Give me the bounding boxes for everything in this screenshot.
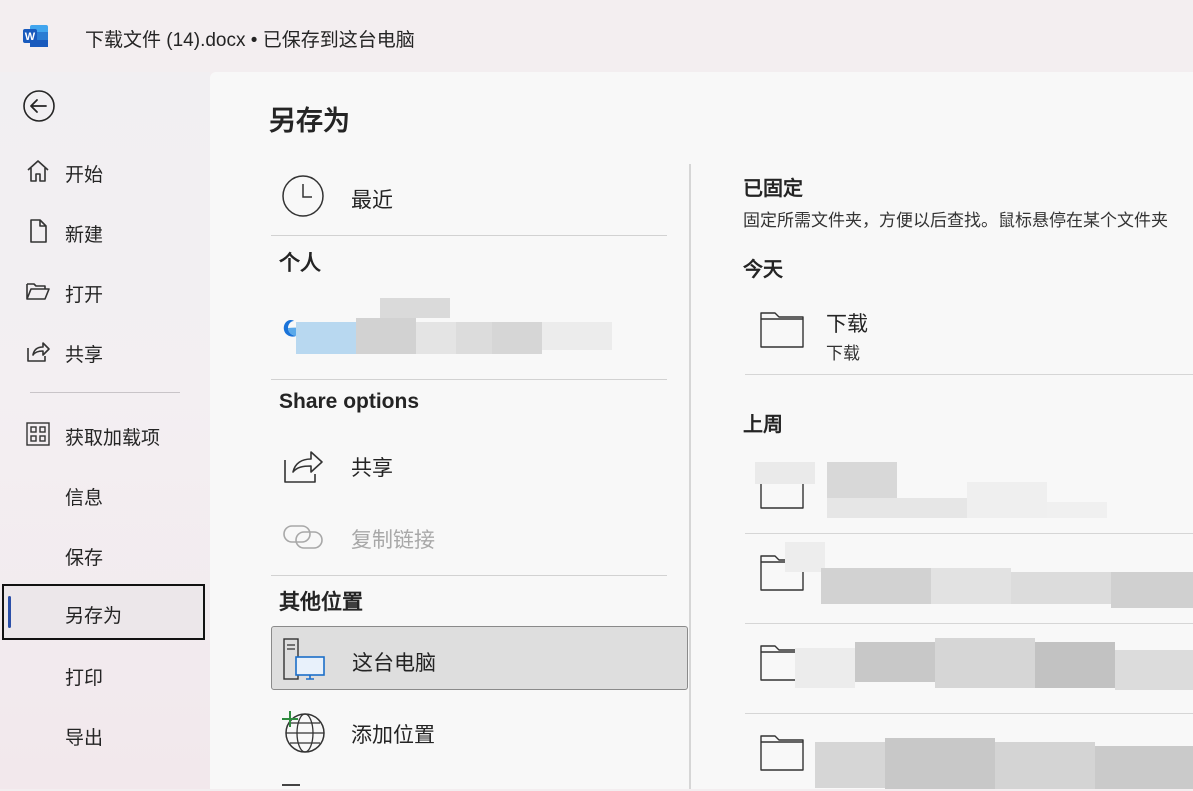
sidebar-item-label: 另存为 bbox=[65, 606, 123, 627]
add-ins-grid-icon bbox=[26, 422, 50, 446]
column-divider bbox=[689, 164, 691, 789]
section-header-personal: 个人 bbox=[279, 252, 321, 275]
location-copy-link[interactable]: 复制链接 bbox=[271, 504, 688, 568]
sidebar-item-label: 打印 bbox=[65, 668, 104, 689]
folder-item-redacted[interactable] bbox=[745, 452, 1193, 534]
sidebar-divider bbox=[30, 392, 180, 393]
divider bbox=[271, 235, 667, 236]
sidebar-item-get-add-ins[interactable]: 获取加载项 bbox=[0, 411, 210, 457]
page-title: 另存为 bbox=[269, 106, 350, 136]
sidebar-item-share[interactable]: 共享 bbox=[0, 328, 210, 374]
next-location-icon-partial bbox=[282, 784, 300, 791]
sidebar-item-label: 开始 bbox=[65, 165, 104, 186]
sidebar-item-label: 新建 bbox=[65, 225, 104, 246]
redacted-folder-info bbox=[795, 628, 1193, 704]
divider bbox=[271, 379, 667, 380]
sidebar-item-label: 信息 bbox=[65, 488, 104, 509]
sidebar-item-open[interactable]: 打开 bbox=[0, 268, 210, 314]
pinned-description: 固定所需文件夹，方便以后查找。鼠标悬停在某个文件夹 bbox=[743, 211, 1168, 230]
share-icon bbox=[27, 342, 50, 362]
today-header: 今天 bbox=[743, 259, 783, 281]
sidebar-item-save-as[interactable]: 另存为 bbox=[2, 584, 205, 640]
location-label: 添加位置 bbox=[351, 724, 435, 747]
folder-item-downloads[interactable]: 下载 下载 bbox=[745, 291, 1193, 375]
location-label: 最近 bbox=[351, 189, 393, 212]
location-add-place[interactable]: 添加位置 bbox=[271, 699, 688, 763]
redacted-folder-info bbox=[755, 462, 1175, 522]
window-title: 下载文件 (14).docx • 已保存到这台电脑 bbox=[85, 30, 415, 51]
sidebar-item-label: 获取加载项 bbox=[65, 428, 161, 449]
sidebar-item-label: 保存 bbox=[65, 548, 104, 569]
sidebar-item-home[interactable]: 开始 bbox=[0, 148, 210, 194]
folder-item-redacted[interactable] bbox=[745, 714, 1193, 789]
section-header-other-locations: 其他位置 bbox=[279, 591, 363, 614]
sidebar-item-label: 打开 bbox=[65, 285, 104, 306]
share-icon bbox=[284, 451, 323, 483]
word-logo-icon: W bbox=[23, 25, 48, 47]
pinned-header: 已固定 bbox=[743, 178, 803, 200]
folder-icon bbox=[760, 735, 804, 771]
sidebar-item-label: 导出 bbox=[65, 728, 104, 749]
open-folder-icon bbox=[26, 283, 50, 300]
location-label: 这台电脑 bbox=[352, 652, 436, 675]
back-arrow-icon[interactable] bbox=[22, 89, 56, 123]
folder-name: 下载 bbox=[826, 313, 868, 336]
this-pc-icon bbox=[283, 638, 325, 680]
clock-icon bbox=[282, 175, 324, 217]
title-bar: W 下载文件 (14).docx • 已保存到这台电脑 bbox=[0, 0, 1193, 72]
redacted-folder-info bbox=[815, 728, 1193, 789]
redacted-account-name bbox=[296, 298, 616, 358]
sidebar-item-save[interactable]: 保存 bbox=[0, 531, 210, 577]
location-this-pc[interactable]: 这台电脑 bbox=[271, 626, 688, 690]
home-icon bbox=[27, 160, 49, 182]
link-icon bbox=[283, 525, 323, 549]
folder-item-redacted[interactable] bbox=[745, 534, 1193, 624]
add-place-globe-icon bbox=[282, 711, 325, 753]
folder-path: 下载 bbox=[826, 344, 860, 363]
divider bbox=[271, 575, 667, 576]
sidebar-item-export[interactable]: 导出 bbox=[0, 711, 210, 757]
sidebar-item-info[interactable]: 信息 bbox=[0, 471, 210, 517]
new-document-icon bbox=[30, 219, 47, 243]
onedrive-account-item[interactable] bbox=[282, 298, 612, 358]
folder-item-redacted[interactable] bbox=[745, 624, 1193, 714]
backstage-sidebar: 开始 新建 打开 共享 获取加载项 信息 保存 另存为 打印 导出 bbox=[0, 72, 210, 789]
save-as-panel: 另存为 最近 个人 Share options 共享 复制链接 其他位置 这台电… bbox=[210, 72, 1193, 789]
sidebar-item-new[interactable]: 新建 bbox=[0, 208, 210, 254]
last-week-header: 上周 bbox=[743, 414, 783, 436]
redacted-folder-info bbox=[785, 542, 1193, 612]
section-header-share-options: Share options bbox=[279, 390, 420, 413]
location-label: 共享 bbox=[351, 457, 393, 480]
location-recent[interactable]: 最近 bbox=[271, 164, 688, 228]
location-label: 复制链接 bbox=[351, 529, 435, 552]
location-share[interactable]: 共享 bbox=[271, 432, 688, 496]
sidebar-item-label: 共享 bbox=[65, 345, 104, 366]
folder-icon bbox=[760, 312, 804, 348]
svg-text:W: W bbox=[25, 31, 36, 43]
sidebar-item-print[interactable]: 打印 bbox=[0, 651, 210, 697]
